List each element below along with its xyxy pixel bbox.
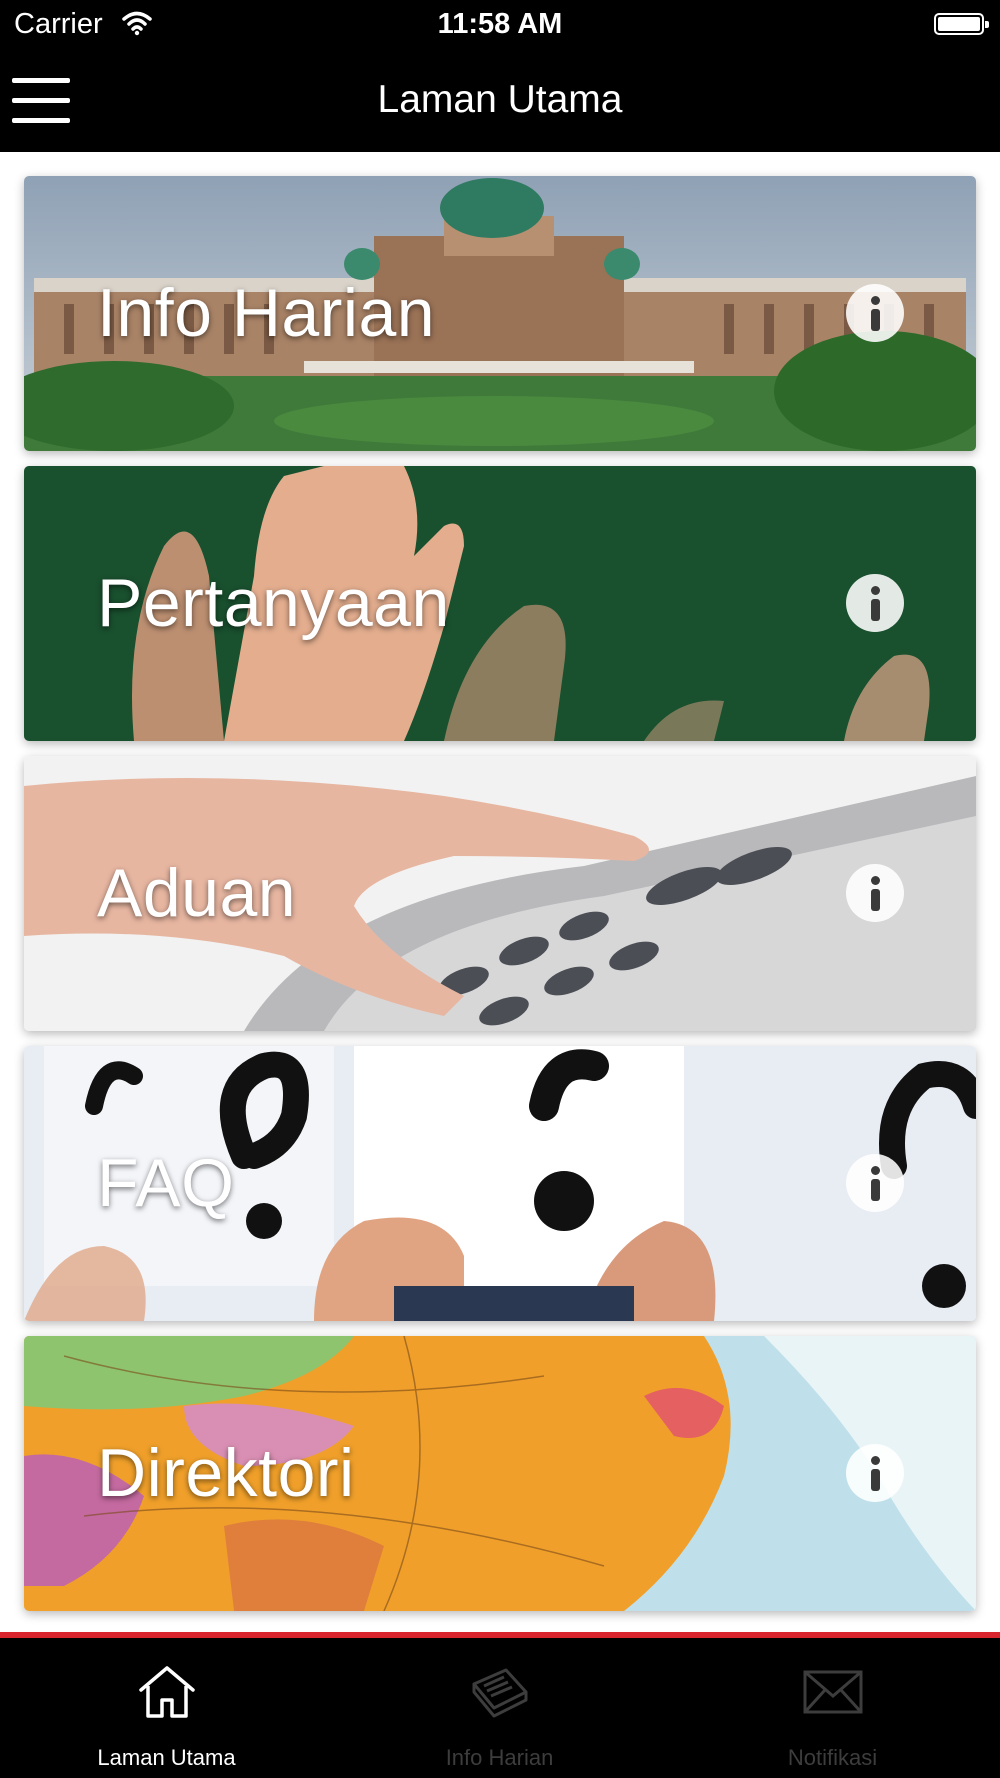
card-label: FAQ [97,1145,235,1221]
tab-label: Notifikasi [787,1745,878,1770]
home-icon [138,1666,195,1718]
tab-label: Laman Utama [97,1745,236,1770]
card-label: Pertanyaan [97,565,450,641]
info-icon[interactable] [846,864,904,922]
info-icon[interactable] [846,574,904,632]
clock: 11:58 AM [437,8,563,40]
info-icon[interactable] [846,284,904,342]
battery-icon [934,13,989,35]
navigation-bar: Laman Utama [0,50,1000,152]
card-label: Info Harian [97,275,436,351]
tab-bar: Laman Utama Info Harian Notifikasi [0,1638,1000,1778]
tab-info-harian[interactable]: Info Harian [333,1638,666,1778]
info-icon[interactable] [846,1444,904,1502]
main-menu-list: Info Harian Pertanyaan Aduan FAQ Direkto… [0,152,1000,1632]
card-direktori[interactable]: Direktori [24,1336,976,1611]
status-bar: Carrier 11:58 AM [0,0,1000,50]
newspaper-icon [472,1668,527,1718]
page-title: Laman Utama [377,78,623,121]
tab-notifikasi[interactable]: Notifikasi [666,1638,999,1778]
card-label: Aduan [97,855,297,931]
tab-laman-utama[interactable]: Laman Utama [0,1638,333,1778]
card-label: Direktori [97,1435,355,1511]
tab-label: Info Harian [445,1745,554,1770]
card-pertanyaan[interactable]: Pertanyaan [24,466,976,741]
card-faq[interactable]: FAQ [24,1046,976,1321]
card-aduan[interactable]: Aduan [24,756,976,1031]
envelope-icon [803,1670,862,1714]
card-info-harian[interactable]: Info Harian [24,176,976,451]
info-icon[interactable] [846,1154,904,1212]
